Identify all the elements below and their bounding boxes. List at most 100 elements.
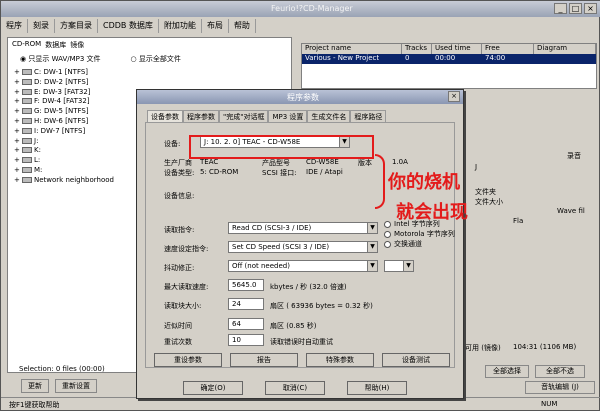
- select-none-button[interactable]: 全部不选: [535, 365, 585, 378]
- retry-value: 10: [232, 336, 241, 344]
- close-icon[interactable]: ×: [448, 91, 460, 102]
- menu-program[interactable]: 程序: [1, 19, 28, 33]
- tab-image[interactable]: 镜像: [70, 40, 84, 50]
- overlap-value: 64: [232, 320, 241, 328]
- tree-item[interactable]: + H: DW-6 [NTFS]: [14, 117, 114, 127]
- column-header[interactable]: Free: [482, 44, 534, 54]
- version-value: 1.0A: [392, 158, 408, 166]
- title-bar: Feurio!?CD-Manager _ □ ×: [1, 1, 600, 17]
- jitter-value: Off (not needed): [232, 262, 290, 270]
- speed-cmd-label: 速度设定指令:: [164, 245, 209, 253]
- table-cell: [534, 54, 596, 64]
- overlap-unit: 扇区 (0.85 秒): [270, 322, 317, 330]
- device-test-button[interactable]: 设备测试: [382, 353, 450, 367]
- radio-icon: [384, 230, 391, 238]
- report-button[interactable]: 报告: [230, 353, 298, 367]
- minimize-icon[interactable]: _: [554, 3, 567, 14]
- speed-cmd-select[interactable]: Set CD Speed (SCSI 3 / IDE) ▼: [228, 241, 378, 253]
- max-speed-value: 5645.0: [232, 281, 257, 289]
- table-cell: 0: [405, 54, 410, 62]
- jitter-label: 抖动修正:: [164, 264, 195, 272]
- cd-drive-icon: [22, 157, 32, 164]
- snippet: Fla: [513, 217, 524, 225]
- table-row[interactable]: Various - New Project 0 00:00 74:00: [302, 54, 596, 64]
- help-button[interactable]: 帮助(H): [347, 381, 407, 395]
- tree-item[interactable]: + I: DW-7 [NTFS]: [14, 127, 114, 137]
- drive-icon: [22, 127, 32, 134]
- maximize-icon[interactable]: □: [569, 3, 582, 14]
- overlap-label: 近似时间: [164, 322, 192, 330]
- network-icon: [22, 176, 32, 183]
- snippet: 文件大小: [475, 198, 503, 206]
- menu-help[interactable]: 帮助: [229, 19, 256, 33]
- menu-burn[interactable]: 刻录: [28, 19, 55, 33]
- tree-item[interactable]: + M:: [14, 166, 114, 176]
- close-icon[interactable]: ×: [584, 3, 597, 14]
- tree-item[interactable]: + C: DW-1 [NTFS]: [14, 68, 114, 78]
- tab-cdrom[interactable]: CD-ROM: [12, 40, 41, 50]
- source-tabs: CD-ROM 数据库 镜像: [12, 40, 84, 50]
- free-value: 104:31 (1106 MB): [513, 343, 577, 351]
- column-header[interactable]: Used time: [432, 44, 482, 54]
- tree-item-label: L:: [34, 156, 41, 165]
- menu-extras[interactable]: 附加功能: [159, 19, 202, 33]
- reset-params-button[interactable]: 重设参数: [154, 353, 222, 367]
- ok-button[interactable]: 确定(O): [183, 381, 243, 395]
- snippet: Wave fil: [557, 207, 585, 215]
- snippet[interactable]: 录音: [567, 151, 581, 161]
- block-input[interactable]: 24: [228, 298, 264, 310]
- tree-item[interactable]: + L:: [14, 156, 114, 166]
- max-speed-input[interactable]: 5645.0: [228, 279, 264, 291]
- snippet: [475, 177, 597, 187]
- reset-button[interactable]: 重新设置: [55, 379, 97, 393]
- tree-item[interactable]: + K:: [14, 146, 114, 156]
- drive-icon: [22, 98, 32, 105]
- dialog-title: 程序参数: [287, 93, 319, 102]
- tree-item-label: D: DW-2 [NTFS]: [34, 77, 89, 86]
- drive-icon: [22, 117, 32, 124]
- cancel-button[interactable]: 取消(C): [265, 381, 325, 395]
- chevron-down-icon: ▼: [367, 261, 377, 271]
- special-params-button[interactable]: 特殊参数: [306, 353, 374, 367]
- status-bar: 按F1键获取帮助 NUM: [1, 397, 600, 411]
- num-lock-indicator: NUM: [541, 400, 558, 408]
- tree-item-label: H: DW-6 [NTFS]: [34, 116, 89, 125]
- tree-item[interactable]: + J:: [14, 137, 114, 147]
- tree-item[interactable]: + E: DW-3 [FAT32]: [14, 88, 114, 98]
- menu-projects[interactable]: 方案目录: [55, 19, 98, 33]
- tree-item[interactable]: + G: DW-5 [NTFS]: [14, 107, 114, 117]
- max-speed-unit: kbytes / 秒 (32.0 倍速): [270, 283, 347, 291]
- refresh-button[interactable]: 更新: [21, 379, 49, 393]
- maker-label: 生产厂商: [164, 159, 192, 167]
- column-header[interactable]: Tracks: [402, 44, 432, 54]
- motorola-byteorder-radio[interactable]: Motorola 字节序列: [384, 229, 455, 239]
- filter-wav-radio[interactable]: ◉ 只显示 WAV/MP3 文件: [20, 54, 101, 64]
- checkbox-label: 交换通道: [394, 240, 422, 248]
- drive-icon: [22, 88, 32, 95]
- menu-layout[interactable]: 布局: [202, 19, 229, 33]
- overlap-input[interactable]: 64: [228, 318, 264, 330]
- product-value: CD-W58E: [306, 158, 339, 166]
- menu-cddb[interactable]: CDDB 数据库: [98, 19, 159, 33]
- track-edit-button[interactable]: 音轨编辑 (J): [525, 381, 595, 394]
- filter-all-radio[interactable]: ○ 显示全部文件: [131, 54, 181, 64]
- block-value: 24: [232, 300, 241, 308]
- retry-unit: 读取错误时自动重试: [270, 338, 333, 346]
- product-label: 产品型号: [262, 159, 290, 167]
- tree-item-label: J:: [34, 136, 39, 145]
- jitter-extra-select[interactable]: ▼: [384, 260, 414, 272]
- jitter-select[interactable]: Off (not needed) ▼: [228, 260, 378, 272]
- tree-item[interactable]: + D: DW-2 [NTFS]: [14, 78, 114, 88]
- swap-channels-checkbox[interactable]: 交换通道: [384, 239, 422, 249]
- scsi-label: SCSI 接口:: [262, 169, 297, 177]
- column-header[interactable]: Project name: [302, 44, 402, 54]
- retry-input[interactable]: 10: [228, 334, 264, 346]
- tree-item[interactable]: + F: DW-4 [FAT32]: [14, 97, 114, 107]
- tree-item-label: I: DW-7 [NTFS]: [34, 126, 86, 135]
- tree-item[interactable]: + Network neighborhood: [14, 176, 114, 186]
- tree-item-label: C: DW-1 [NTFS]: [34, 68, 89, 76]
- column-header[interactable]: Diagram: [534, 44, 596, 54]
- tab-database[interactable]: 数据库: [45, 40, 66, 50]
- select-all-button[interactable]: 全部选择: [485, 365, 529, 378]
- read-cmd-select[interactable]: Read CD (SCSI-3 / IDE) ▼: [228, 222, 378, 234]
